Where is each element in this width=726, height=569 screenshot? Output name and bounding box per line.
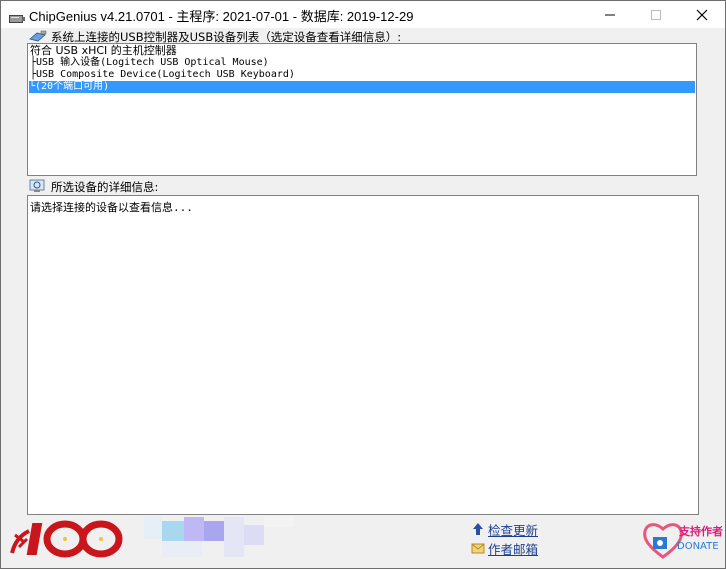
donate-en-label: DONATE xyxy=(677,541,719,552)
detail-label: 所选设备的详细信息: xyxy=(29,179,229,195)
title-bar[interactable]: ChipGenius v4.21.0701 - 主程序: 2021-07-01 … xyxy=(1,1,725,28)
blurred-area xyxy=(162,541,202,557)
monitor-search-icon xyxy=(29,179,47,193)
window-title: ChipGenius v4.21.0701 - 主程序: 2021-07-01 … xyxy=(29,9,414,24)
minimize-button[interactable] xyxy=(587,1,633,28)
tree-item-xhci-controller[interactable]: 符合 USB xHCI 的主机控制器 xyxy=(30,45,177,57)
centenary-logo xyxy=(9,519,125,559)
donate-cn-label: 支持作者 xyxy=(679,525,723,538)
author-email-link[interactable]: 作者邮箱 xyxy=(471,539,538,557)
check-update-link[interactable]: 检查更新 xyxy=(471,520,538,538)
blurred-area xyxy=(184,517,204,541)
tree-item-available-ports[interactable]: └(20个端口可用) xyxy=(29,81,695,93)
detail-placeholder-text: 请选择连接的设备以查看信息... xyxy=(30,201,193,214)
blurred-area xyxy=(204,521,224,541)
detail-label-text: 所选设备的详细信息: xyxy=(51,180,159,194)
tree-item-usb-mouse[interactable]: ├USB 输入设备(Logitech USB Optical Mouse) xyxy=(30,57,269,69)
blurred-area xyxy=(244,525,264,545)
donate-button[interactable]: 支持作者 DONATE xyxy=(641,519,725,561)
arrow-up-icon xyxy=(471,522,485,536)
app-window: ChipGenius v4.21.0701 - 主程序: 2021-07-01 … xyxy=(0,0,726,569)
maximize-button[interactable] xyxy=(633,1,679,28)
usb-cable-icon xyxy=(29,29,47,43)
device-detail-textbox[interactable]: 请选择连接的设备以查看信息... xyxy=(27,195,699,515)
usb-drive-icon xyxy=(9,9,25,23)
mail-icon xyxy=(471,541,485,555)
close-icon xyxy=(696,9,708,20)
author-email-label: 作者邮箱 xyxy=(488,541,539,557)
blurred-area xyxy=(144,517,162,539)
blurred-area xyxy=(224,517,244,557)
close-button[interactable] xyxy=(679,1,725,28)
tree-item-usb-keyboard[interactable]: ├USB Composite Device(Logitech USB Keybo… xyxy=(30,69,295,81)
check-update-label: 检查更新 xyxy=(488,522,539,538)
maximize-icon xyxy=(651,9,661,20)
blurred-area xyxy=(264,517,294,527)
device-tree-list[interactable]: 符合 USB xHCI 的主机控制器 ├USB 输入设备(Logitech US… xyxy=(27,43,697,176)
minimize-icon xyxy=(605,14,615,15)
